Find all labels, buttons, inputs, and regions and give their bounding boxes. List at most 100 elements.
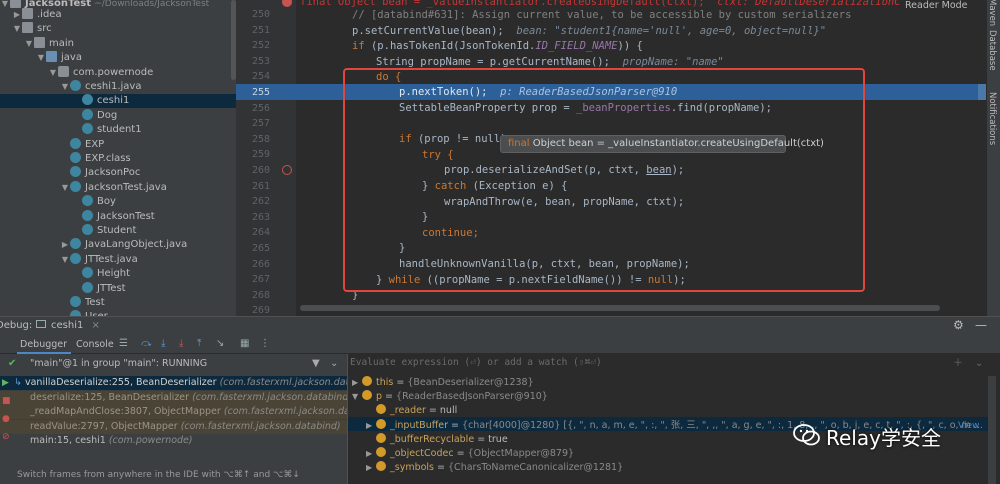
tree-item[interactable]: ▶ JavaLangObject.java [0,238,236,252]
line-number[interactable]: 254 [236,69,270,85]
reader-mode-button[interactable]: Reader Mode [905,0,968,11]
minimize-icon[interactable]: — [975,318,987,332]
stack-frame[interactable]: _readMapAndClose:3807, ObjectMapper (com… [0,405,380,419]
close-icon[interactable]: × [92,320,100,331]
line-number[interactable]: 251 [236,23,270,39]
stack-frame[interactable]: deserialize:125, BeanDeserializer (com.f… [0,390,382,405]
variables-scrollbar[interactable] [988,376,996,484]
thread-selector[interactable]: "main"@1 in group "main": RUNNING [30,357,207,371]
chevron-right-icon[interactable]: ▶ [12,8,22,22]
chevron-down-icon[interactable]: ▼ [60,253,70,267]
tree-item[interactable]: ▶ .idea [0,8,236,22]
tree-item[interactable]: JTTest [0,281,236,296]
stack-frame[interactable]: main:15, ceshi1 (com.powernode) [0,434,347,448]
line-number[interactable]: 261 [236,179,270,195]
tree-item[interactable]: ▼ JTTest.java [0,252,236,267]
line-number[interactable]: 252 [236,38,270,54]
chevron-down-icon[interactable]: ⌄ [330,357,338,371]
line-number[interactable]: 255 [236,85,270,101]
java-file-icon [70,238,81,250]
tree-item[interactable]: EXP.class [0,152,236,166]
variable-row[interactable]: _reader = null [348,404,988,418]
tree-item[interactable]: EXP [0,137,236,152]
tree-item-label: java [61,52,82,64]
database-tool-button[interactable]: Database [987,30,997,71]
step-over-icon[interactable]: ⤼ [141,337,152,351]
variable-row[interactable]: ▼ p = {ReaderBasedJsonParser@910} [348,390,988,404]
chevron-down-icon[interactable]: ⌄ [975,357,983,371]
line-number[interactable]: 250 [236,7,270,23]
line-number[interactable]: 258 [236,132,270,148]
variable-row[interactable]: ▶ this = {BeanDeserializer@1238} [348,376,988,390]
layout-icon[interactable]: ⋮ [260,337,270,351]
step-out-icon[interactable]: ⤒ [197,337,201,351]
chevron-down-icon[interactable]: ▼ [60,80,70,94]
line-number[interactable]: 260 [236,163,270,179]
tree-item[interactable]: Test [0,296,236,310]
run-to-cursor-icon[interactable]: ↘ [216,337,224,351]
mute-breakpoints-icon[interactable]: ⊘ [2,430,10,444]
chevron-right-icon[interactable]: ▶ [366,461,376,475]
line-number[interactable]: 266 [236,257,270,273]
line-number[interactable]: 267 [236,272,270,288]
line-number[interactable]: 268 [236,288,270,304]
tree-item[interactable]: student1 [0,123,236,137]
maven-tool-button[interactable]: Maven [987,0,997,26]
add-watch-icon[interactable]: ＋ [953,357,963,371]
tree-item[interactable]: ▼ main [0,36,236,51]
evaluate-icon[interactable]: ▦ [240,337,249,351]
view-breakpoints-icon[interactable]: ● [2,412,10,426]
stack-frame[interactable]: ↳ vanillaDeserialize:255, BeanDeserializ… [0,376,379,390]
line-number[interactable]: 253 [236,54,270,70]
chevron-right-icon[interactable]: ▶ [60,238,70,252]
tree-item[interactable]: Student [0,224,236,238]
resume-icon[interactable]: ▶ [2,376,9,390]
chevron-down-icon[interactable]: ▼ [12,22,22,36]
tab-debugger[interactable]: Debugger [20,338,67,352]
line-number[interactable]: 257 [236,116,270,132]
chevron-down-icon[interactable]: ▼ [48,66,58,80]
tree-item[interactable]: ceshi1 [0,94,236,109]
breakpoint-disabled-icon[interactable] [282,165,292,175]
filter-icon[interactable]: ▼ [312,357,320,371]
line-number[interactable]: 265 [236,241,270,257]
tab-console[interactable]: Console [76,338,114,352]
stop-icon[interactable]: ■ [2,394,11,408]
tree-item[interactable]: ▼ java [0,51,236,65]
menu-icon[interactable]: ☰ [119,337,128,351]
tree-item[interactable]: JacksonPoc [0,166,236,180]
tree-item[interactable]: Boy [0,195,236,209]
chevron-down-icon[interactable]: ▼ [24,37,34,51]
line-number[interactable]: 262 [236,194,270,210]
force-step-into-icon[interactable]: ⤓ [179,337,183,351]
chevron-right-icon[interactable]: ▶ [352,376,362,390]
chevron-right-icon[interactable]: ▶ [366,447,376,461]
notifications-tool-button[interactable]: Notifications [987,92,997,145]
tree-item[interactable]: JacksonTest [0,209,236,224]
editor-scroll-marker[interactable] [978,84,986,100]
tree-item[interactable]: ▼ JacksonTest.java [0,180,236,195]
editor-horizontal-scrollbar[interactable] [300,305,940,311]
chevron-right-icon[interactable]: ▶ [366,419,376,433]
tree-item[interactable]: ▼ com.powernode [0,65,236,80]
tree-item[interactable]: ▼ src [0,22,236,36]
chevron-down-icon[interactable]: ▼ [60,181,70,195]
java-file-icon [70,180,81,192]
field-icon [362,390,372,401]
chevron-down-icon[interactable]: ▼ [36,51,46,65]
line-number[interactable]: 259 [236,147,270,163]
view-link[interactable]: View [958,419,979,433]
chevron-down-icon[interactable]: ▼ [352,390,362,404]
debug-session-tab[interactable]: ceshi1 × [36,319,100,333]
evaluate-expression-input[interactable]: Evaluate expression (⏎) or add a watch (… [350,357,602,368]
stack-frame[interactable]: readValue:2797, ObjectMapper (com.faster… [0,419,347,434]
variable-row[interactable]: ▶ _symbols = {CharsToNameCanonicalizer@12… [348,461,988,475]
tree-item[interactable]: Height [0,267,236,281]
step-into-icon[interactable]: ⤓ [161,337,165,351]
tree-item[interactable]: ▼ ceshi1.java [0,80,236,94]
gear-icon[interactable]: ⚙ [953,318,964,332]
line-number[interactable]: 256 [236,101,270,117]
line-number[interactable]: 263 [236,210,270,226]
tree-item[interactable]: Dog [0,108,236,123]
line-number[interactable]: 264 [236,225,270,241]
